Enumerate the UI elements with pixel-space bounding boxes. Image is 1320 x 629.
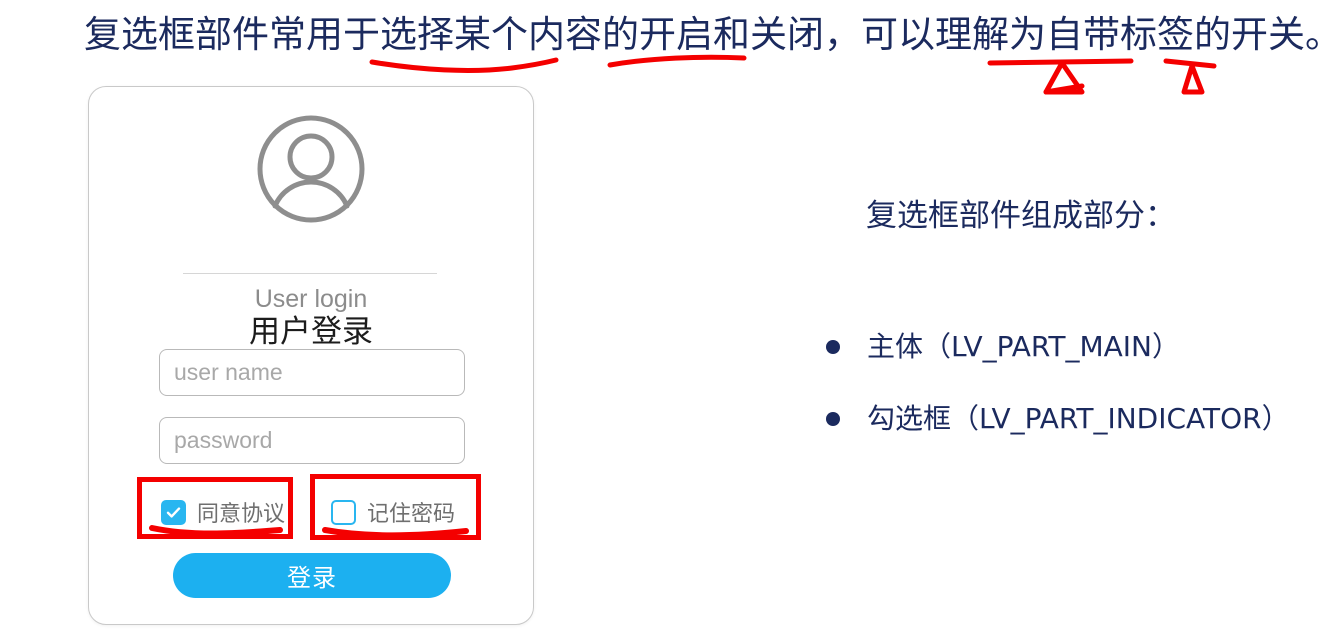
login-submit-button[interactable]: 登录 [173, 553, 451, 598]
underline-mark-4 [1163, 58, 1217, 69]
highlight-box-agree-terms [137, 477, 293, 539]
highlight-box-remember-password [310, 474, 481, 540]
underline-mark-2 [607, 54, 747, 68]
username-input[interactable] [159, 349, 465, 396]
hanger-mark-1 [1043, 60, 1085, 95]
bullet-icon [826, 340, 840, 354]
avatar [89, 113, 533, 225]
list-item: 主体（LV_PART_MAIN） [826, 322, 1286, 372]
list-item: 勾选框（LV_PART_INDICATOR） [826, 394, 1290, 444]
underline-mark-3 [987, 58, 1134, 66]
page-title: 复选框部件常用于选择某个内容的开启和关闭，可以理解为自带标签的开关。 [84, 14, 1320, 55]
part-list: 主体（LV_PART_MAIN） 勾选框（LV_PART_INDICATOR） [826, 322, 1290, 466]
underline-mark-1 [369, 57, 559, 73]
hanger-mark-2 [1181, 63, 1205, 95]
hanger-mark-1-bar [1043, 83, 1085, 95]
password-input[interactable] [159, 417, 465, 464]
card-divider [183, 273, 437, 274]
login-card: 用户登录 User login 同意协议 记住密码 登录 [88, 86, 534, 625]
card-heading: 用户登录 [249, 314, 373, 350]
bullet-icon [826, 412, 840, 426]
user-avatar-icon [257, 115, 365, 223]
part-main-label: 主体（LV_PART_MAIN） [867, 330, 1180, 363]
slide-canvas: 复选框部件常用于选择某个内容的开启和关闭，可以理解为自带标签的开关。 用户登录 … [0, 0, 1320, 629]
card-subtitle: User login [254, 285, 368, 313]
part-indicator-label: 勾选框（LV_PART_INDICATOR） [867, 402, 1290, 435]
right-panel: 复选框部件组成部分： 主体（LV_PART_MAIN） 勾选框（LV_PART_… [826, 196, 1306, 435]
right-panel-heading: 复选框部件组成部分： [866, 198, 1176, 234]
